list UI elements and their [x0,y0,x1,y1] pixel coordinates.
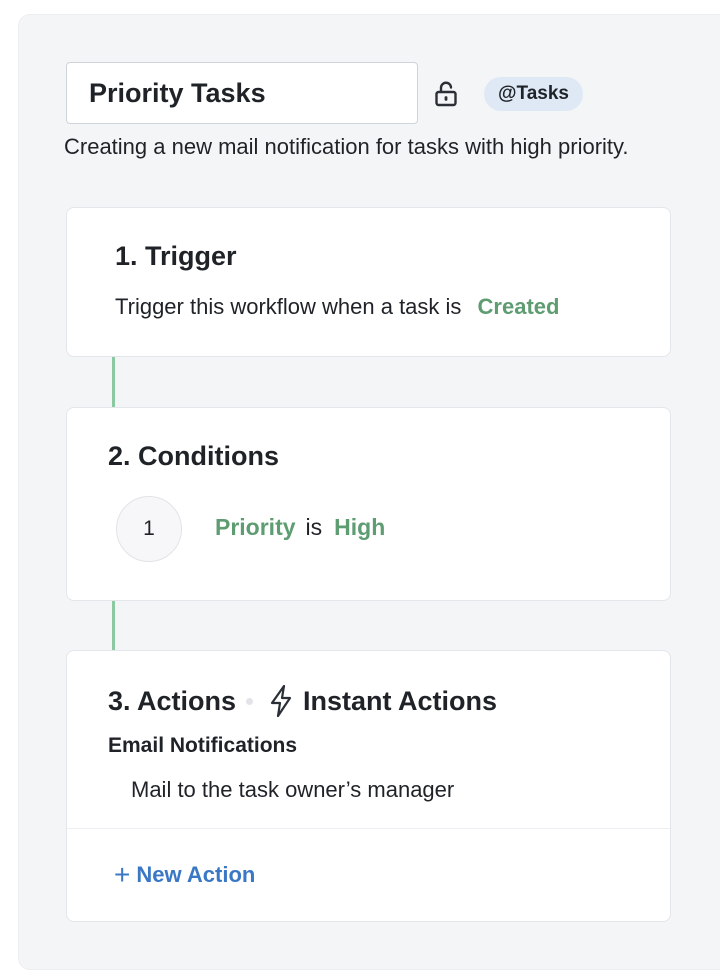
conditions-card: 2. Conditions 1 Priority is High [66,407,671,601]
step-connector [112,601,115,650]
email-notifications-heading: Email Notifications [108,734,298,757]
conditions-title: 2. Conditions [108,441,279,471]
actions-header: 3. Actions Instant Actions [108,684,497,718]
condition-value[interactable]: High [334,514,385,540]
lightning-bolt-icon [270,684,292,718]
workflow-description: Creating a new mail notification for tas… [64,134,629,159]
new-action-label: New Action [136,862,256,887]
unlock-icon[interactable] [432,80,460,108]
trigger-sentence: Trigger this workflow when a task is Cre… [115,294,559,320]
plus-icon: + [114,859,131,890]
new-action-button[interactable]: + New Action [114,861,255,889]
condition-operator: is [305,514,323,540]
divider [67,828,670,829]
separator-dot [246,697,254,705]
module-badge: @Tasks [484,77,583,111]
trigger-title: 1. Trigger [115,241,237,271]
email-notification-item[interactable]: Mail to the task owner’s manager [131,777,454,803]
actions-title: 3. Actions [108,685,237,716]
condition-number-badge: 1 [116,496,182,562]
condition-field[interactable]: Priority [215,514,296,540]
trigger-text: Trigger this workflow when a task is [115,294,462,319]
trigger-event-value[interactable]: Created [478,294,560,319]
trigger-card: 1. Trigger Trigger this workflow when a … [66,207,671,357]
instant-actions-title: Instant Actions [303,685,498,716]
step-connector [112,357,115,407]
condition-row[interactable]: Priority is High [215,514,385,541]
actions-card: 3. Actions Instant Actions Email Notific… [66,650,671,922]
workflow-name-input[interactable] [66,62,418,124]
